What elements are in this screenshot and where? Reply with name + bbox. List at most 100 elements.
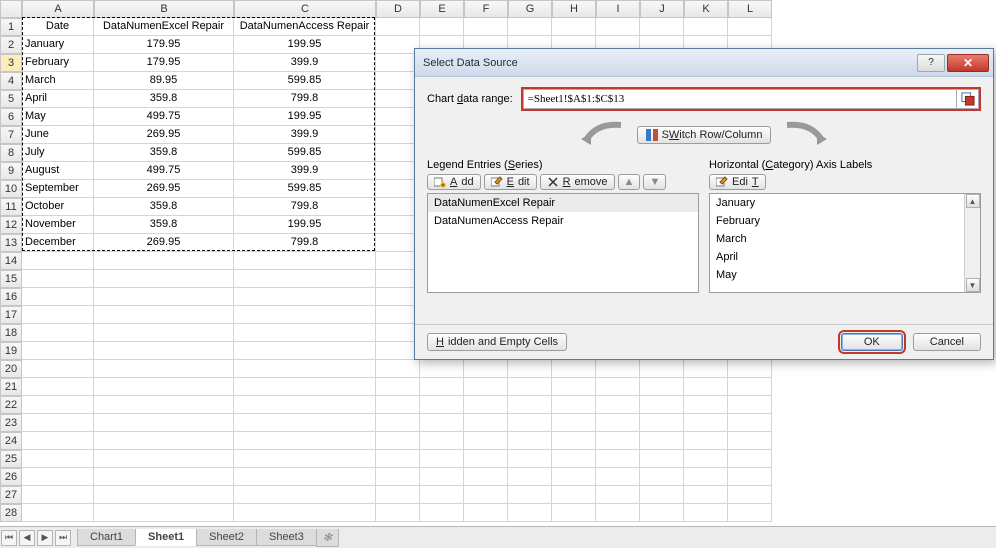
cell[interactable] — [508, 468, 552, 486]
cell[interactable] — [94, 324, 234, 342]
row-header[interactable]: 27 — [0, 486, 22, 504]
cell[interactable] — [376, 486, 420, 504]
cell[interactable] — [640, 378, 684, 396]
cell[interactable] — [234, 360, 376, 378]
cell[interactable]: 799.8 — [234, 198, 376, 216]
column-header-C[interactable]: C — [234, 0, 376, 18]
axis-item[interactable]: March — [710, 230, 980, 248]
cell[interactable]: September — [22, 180, 94, 198]
cell[interactable] — [596, 432, 640, 450]
cell[interactable] — [684, 504, 728, 522]
axis-item[interactable]: January — [710, 194, 980, 212]
cell[interactable] — [420, 360, 464, 378]
cell[interactable] — [684, 18, 728, 36]
column-header-K[interactable]: K — [684, 0, 728, 18]
cell[interactable] — [464, 18, 508, 36]
cell[interactable] — [420, 432, 464, 450]
cell[interactable] — [464, 396, 508, 414]
row-header[interactable]: 28 — [0, 504, 22, 522]
cell[interactable] — [684, 378, 728, 396]
sheet-tab[interactable]: Sheet2 — [196, 529, 257, 546]
cell[interactable] — [728, 486, 772, 504]
cell[interactable] — [22, 270, 94, 288]
cell[interactable] — [640, 486, 684, 504]
row-header[interactable]: 24 — [0, 432, 22, 450]
cell[interactable] — [728, 18, 772, 36]
row-header[interactable]: 23 — [0, 414, 22, 432]
row-header[interactable]: 3 — [0, 54, 22, 72]
cell[interactable] — [376, 468, 420, 486]
cell[interactable] — [420, 396, 464, 414]
cell[interactable]: DataNumenAccess Repair — [234, 18, 376, 36]
cell[interactable] — [94, 270, 234, 288]
cell[interactable]: 499.75 — [94, 108, 234, 126]
cell[interactable]: 799.8 — [234, 234, 376, 252]
legend-remove-button[interactable]: Remove — [540, 174, 615, 190]
cell[interactable] — [376, 450, 420, 468]
cell[interactable] — [234, 450, 376, 468]
cell[interactable] — [22, 324, 94, 342]
row-header[interactable]: 16 — [0, 288, 22, 306]
cell[interactable] — [464, 432, 508, 450]
cell[interactable] — [94, 396, 234, 414]
cell[interactable]: June — [22, 126, 94, 144]
cell[interactable] — [552, 378, 596, 396]
cell[interactable] — [464, 468, 508, 486]
axis-item[interactable]: February — [710, 212, 980, 230]
cell[interactable]: April — [22, 90, 94, 108]
cell[interactable] — [22, 252, 94, 270]
cell[interactable] — [596, 486, 640, 504]
cell[interactable] — [234, 486, 376, 504]
cell[interactable] — [22, 450, 94, 468]
cell[interactable] — [464, 486, 508, 504]
cell[interactable]: Date — [22, 18, 94, 36]
cell[interactable] — [234, 306, 376, 324]
cell[interactable] — [640, 468, 684, 486]
cell[interactable] — [684, 468, 728, 486]
cell[interactable] — [552, 450, 596, 468]
legend-listbox[interactable]: DataNumenExcel RepairDataNumenAccess Rep… — [427, 193, 699, 293]
cell[interactable] — [728, 414, 772, 432]
cell[interactable] — [234, 396, 376, 414]
cell[interactable] — [684, 486, 728, 504]
cell[interactable] — [234, 504, 376, 522]
cell[interactable]: 399.9 — [234, 54, 376, 72]
cell[interactable] — [22, 306, 94, 324]
row-header[interactable]: 5 — [0, 90, 22, 108]
cell[interactable] — [728, 360, 772, 378]
cell[interactable]: 199.95 — [234, 108, 376, 126]
cell[interactable] — [552, 360, 596, 378]
column-header-H[interactable]: H — [552, 0, 596, 18]
cell[interactable] — [552, 18, 596, 36]
cell[interactable] — [22, 414, 94, 432]
cell[interactable] — [640, 450, 684, 468]
row-header[interactable]: 1 — [0, 18, 22, 36]
cell[interactable] — [22, 486, 94, 504]
legend-add-button[interactable]: Add — [427, 174, 481, 190]
cell[interactable] — [508, 378, 552, 396]
cell[interactable] — [22, 378, 94, 396]
cell[interactable] — [464, 378, 508, 396]
legend-move-down-button[interactable]: ▼ — [643, 174, 666, 190]
column-header-J[interactable]: J — [640, 0, 684, 18]
cell[interactable] — [596, 450, 640, 468]
cell[interactable] — [420, 486, 464, 504]
cell[interactable] — [420, 468, 464, 486]
row-header[interactable]: 9 — [0, 162, 22, 180]
cell[interactable] — [640, 504, 684, 522]
nav-prev-icon[interactable]: ◀ — [19, 530, 35, 546]
cell[interactable] — [464, 414, 508, 432]
cell[interactable]: 269.95 — [94, 234, 234, 252]
row-header[interactable]: 17 — [0, 306, 22, 324]
select-all-corner[interactable] — [0, 0, 22, 18]
cell[interactable] — [420, 414, 464, 432]
cell[interactable]: 799.8 — [234, 90, 376, 108]
cell[interactable] — [464, 504, 508, 522]
cell[interactable] — [728, 468, 772, 486]
cell[interactable] — [94, 252, 234, 270]
cell[interactable] — [420, 504, 464, 522]
row-header[interactable]: 10 — [0, 180, 22, 198]
cell[interactable] — [22, 468, 94, 486]
hidden-empty-cells-button[interactable]: Hidden and Empty Cells — [427, 333, 567, 351]
cell[interactable]: October — [22, 198, 94, 216]
